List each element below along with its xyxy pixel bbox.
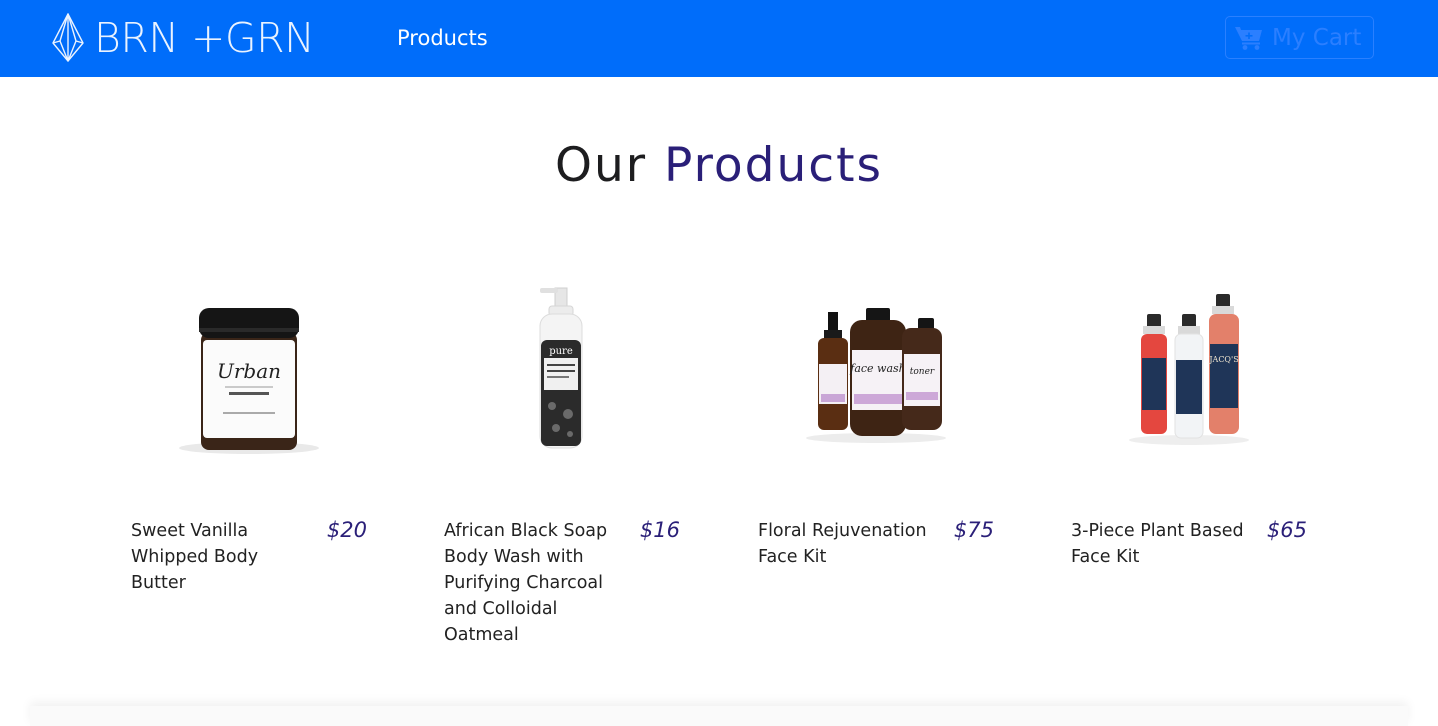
navbar: BRN +GRN Products My Cart — [0, 0, 1438, 77]
svg-text:face wash: face wash — [849, 362, 906, 375]
product-name: African Black Soap Body Wash with Purify… — [444, 521, 608, 645]
svg-text:toner: toner — [910, 367, 935, 377]
svg-text:pure: pure — [549, 346, 573, 357]
amber-bottles-kit-image: face wash toner — [806, 308, 946, 443]
cart-label: My Cart — [1272, 24, 1362, 51]
diamond-logo-icon — [52, 13, 84, 62]
spray-bottles-kit-image: JACQ'S — [1129, 294, 1249, 445]
page-title-part2: Products — [664, 138, 883, 193]
svg-text:Urban: Urban — [217, 359, 281, 383]
footer-edge — [30, 706, 1408, 726]
product-price: $16 — [639, 518, 680, 542]
product-name: Floral Rejuvenation Face Kit — [758, 521, 927, 567]
body-butter-jar-image: Urban — [179, 308, 319, 454]
brand-name: BRN +GRN — [94, 14, 315, 62]
product-name: 3-Piece Plant Based Face Kit — [1071, 521, 1244, 567]
shopping-cart-icon — [1235, 26, 1262, 50]
product-price: $20 — [326, 518, 367, 542]
product-price: $65 — [1266, 518, 1307, 542]
nav-products-link[interactable]: Products — [397, 22, 488, 54]
product-price: $75 — [953, 518, 994, 542]
page-title: Our Products — [0, 136, 1438, 196]
brand-logo-link[interactable]: BRN +GRN — [50, 12, 315, 64]
pump-bottle-image: pure — [539, 287, 583, 449]
my-cart-button[interactable]: My Cart — [1225, 16, 1374, 59]
page-title-part1: Our — [554, 138, 648, 193]
product-name: Sweet Vanilla Whipped Body Butter — [131, 521, 259, 593]
svg-text:JACQ'S: JACQ'S — [1208, 355, 1238, 364]
